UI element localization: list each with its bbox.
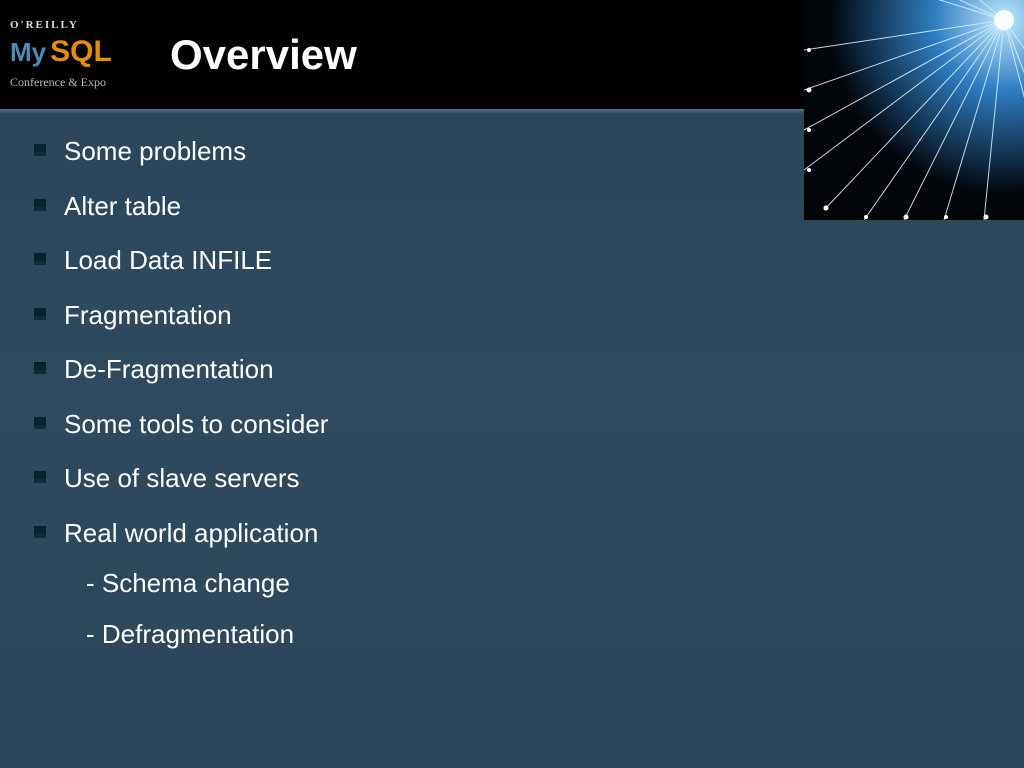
logo-oreilly-text: O'REILLY <box>10 19 150 31</box>
logo-conference-text: Conference & Expo <box>10 75 150 90</box>
logo-sql-text: SQL <box>50 35 112 69</box>
sub-list-item: - Schema change <box>86 567 994 600</box>
logo-block: O'REILLY MySQL Conference & Expo <box>0 0 160 109</box>
list-item: Real world application - Schema change -… <box>30 517 994 651</box>
bullet-list: Some problems Alter table Load Data INFI… <box>30 135 994 650</box>
slide: O'REILLY MySQL Conference & Expo Overvie… <box>0 0 1024 768</box>
bullet-text: Load Data INFILE <box>64 245 272 275</box>
page-title: Overview <box>170 31 357 79</box>
header-bar: O'REILLY MySQL Conference & Expo Overvie… <box>0 0 1024 109</box>
bullet-text: De-Fragmentation <box>64 354 274 384</box>
bullet-text: Real world application <box>64 518 318 548</box>
list-item: De-Fragmentation <box>30 353 994 386</box>
list-item: Some tools to consider <box>30 408 994 441</box>
bullet-text: Alter table <box>64 191 181 221</box>
list-item: Fragmentation <box>30 299 994 332</box>
sub-list: - Schema change - Defragmentation <box>86 567 994 650</box>
list-item: Load Data INFILE <box>30 244 994 277</box>
list-item: Alter table <box>30 190 994 223</box>
logo-my-text: My <box>10 37 46 68</box>
bullet-text: Some problems <box>64 136 246 166</box>
logo-mysql: MySQL <box>10 35 150 69</box>
content-area: Some problems Alter table Load Data INFI… <box>30 135 994 672</box>
bullet-text: Fragmentation <box>64 300 232 330</box>
bullet-text: Use of slave servers <box>64 463 300 493</box>
list-item: Some problems <box>30 135 994 168</box>
bullet-text: Some tools to consider <box>64 409 328 439</box>
list-item: Use of slave servers <box>30 462 994 495</box>
sub-list-item: - Defragmentation <box>86 618 994 651</box>
